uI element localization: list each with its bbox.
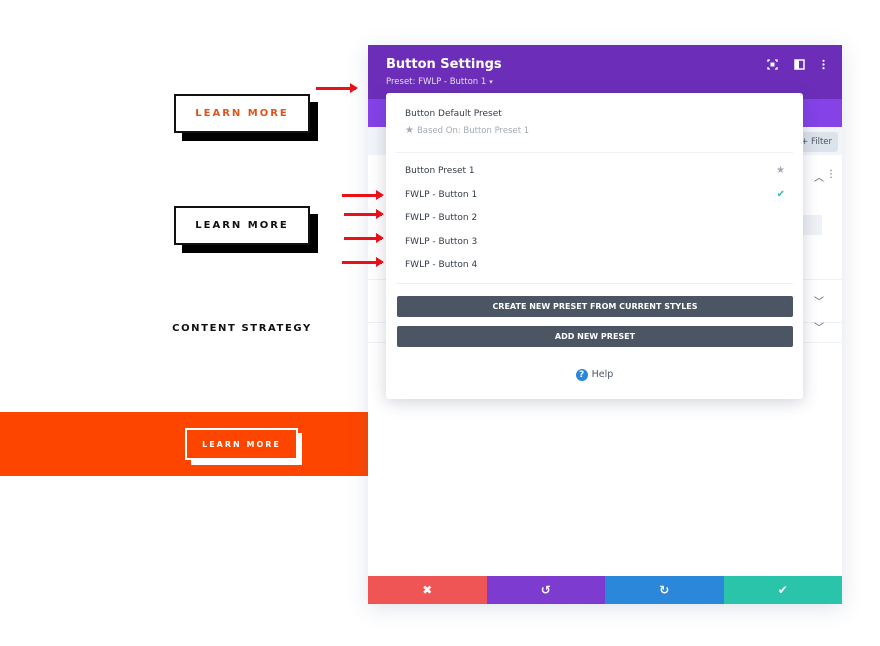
star-icon: ★ bbox=[405, 125, 414, 136]
preset-item[interactable]: FWLP - Button 2 bbox=[405, 209, 785, 227]
preset-item-label: FWLP - Button 3 bbox=[405, 237, 478, 247]
preset-dropdown: Button Default Preset ★ Based On: Button … bbox=[386, 93, 803, 399]
save-button[interactable]: ✔ bbox=[723, 576, 842, 604]
preset-item[interactable]: FWLP - Button 3 bbox=[405, 233, 785, 251]
more-options-icon[interactable] bbox=[816, 59, 830, 73]
focus-icon[interactable] bbox=[765, 59, 779, 73]
annotation-arrow bbox=[342, 257, 384, 267]
preset-item-active[interactable]: FWLP - Button 1 ✔ bbox=[405, 186, 785, 204]
annotation-arrow bbox=[344, 233, 384, 243]
based-on-text: Based On: Button Preset 1 bbox=[416, 126, 530, 136]
redo-button[interactable]: ↻ bbox=[605, 576, 724, 604]
annotation-arrow bbox=[344, 209, 384, 219]
add-new-preset-button[interactable]: ADD NEW PRESET bbox=[397, 326, 793, 347]
help-link[interactable]: ? Help bbox=[386, 369, 803, 381]
preset-item-label: FWLP - Button 2 bbox=[405, 213, 478, 223]
divider bbox=[396, 283, 793, 284]
learn-more-button-on-orange[interactable]: LEARN MORE bbox=[185, 428, 298, 460]
panel-title: Button Settings bbox=[386, 57, 502, 72]
chevron-down-icon[interactable]: ﹀ bbox=[814, 293, 824, 308]
preset-selector[interactable]: Preset: FWLP - Button 1 ▾ bbox=[386, 77, 493, 87]
based-on-label: ★ Based On: Button Preset 1 bbox=[405, 125, 529, 136]
learn-more-button-orange-text[interactable]: LEARN MORE bbox=[174, 94, 310, 133]
content-strategy-heading: CONTENT STRATEGY bbox=[172, 323, 312, 334]
divider bbox=[396, 152, 793, 153]
split-view-icon[interactable] bbox=[792, 59, 806, 73]
learn-more-button-black-text[interactable]: LEARN MORE bbox=[174, 206, 310, 245]
annotation-arrow bbox=[316, 83, 358, 93]
preset-item-label: FWLP - Button 1 bbox=[405, 190, 478, 200]
preset-item-label: Button Preset 1 bbox=[405, 166, 475, 176]
star-icon[interactable]: ★ bbox=[776, 162, 785, 180]
chevron-down-icon[interactable]: ﹀ bbox=[814, 319, 824, 334]
chevron-up-icon[interactable]: ︿ bbox=[814, 169, 824, 184]
annotation-arrow bbox=[342, 190, 384, 200]
caret-down-icon: ▾ bbox=[489, 78, 493, 86]
preset-label: Preset: FWLP - Button 1 bbox=[386, 77, 487, 87]
preset-item[interactable]: Button Preset 1 ★ bbox=[405, 162, 785, 180]
panel-footer: ✖ ↺ ↻ ✔ bbox=[368, 576, 842, 604]
help-label: Help bbox=[591, 369, 614, 380]
preset-item-label: FWLP - Button 4 bbox=[405, 260, 478, 270]
group-more-icon[interactable]: ⋮ bbox=[826, 169, 836, 180]
discard-button[interactable]: ✖ bbox=[368, 576, 487, 604]
default-preset-title[interactable]: Button Default Preset bbox=[405, 109, 502, 119]
panel-header: Button Settings Preset: FWLP - Button 1 ▾ bbox=[368, 45, 842, 99]
undo-button[interactable]: ↺ bbox=[486, 576, 605, 604]
preset-item[interactable]: FWLP - Button 4 bbox=[405, 256, 785, 274]
help-icon: ? bbox=[575, 369, 588, 381]
check-icon: ✔ bbox=[776, 189, 785, 200]
create-preset-from-styles-button[interactable]: CREATE NEW PRESET FROM CURRENT STYLES bbox=[397, 296, 793, 317]
